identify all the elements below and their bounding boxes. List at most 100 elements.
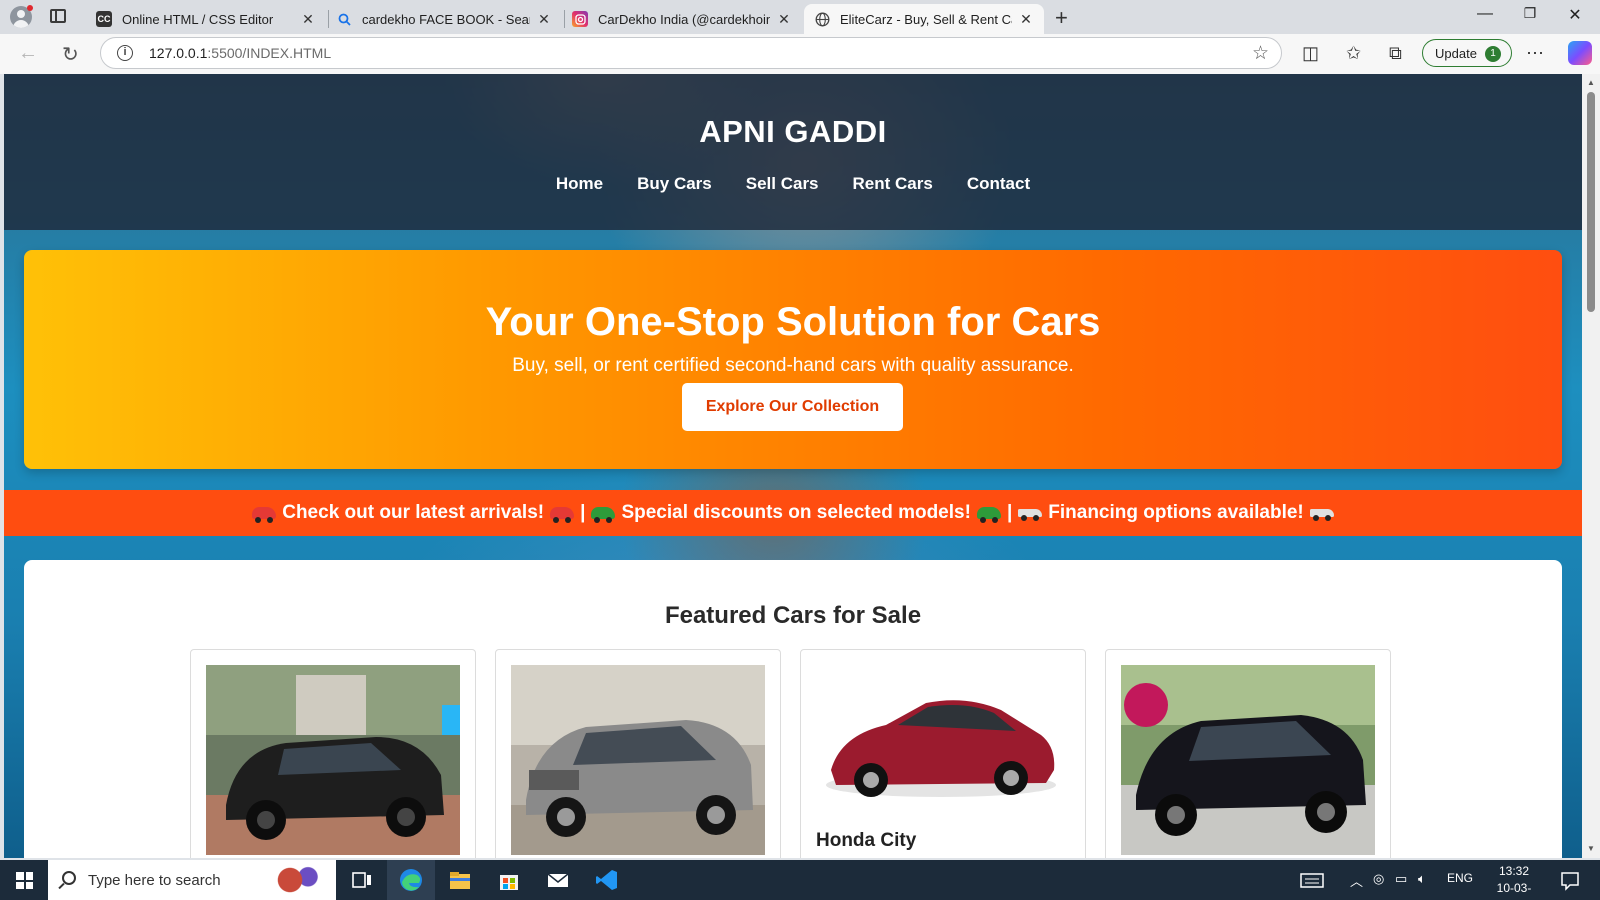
favorite-star-icon[interactable]: ☆ <box>1252 42 1269 65</box>
car-photo-black-suv[interactable] <box>1121 665 1375 855</box>
car-card[interactable] <box>1105 649 1391 858</box>
car-card[interactable] <box>190 649 476 858</box>
windows-start-icon[interactable] <box>16 872 33 889</box>
notification-dot <box>27 5 33 11</box>
racing-car-icon <box>1309 509 1334 521</box>
offers-ticker: Check out our latest arrivals! | Special… <box>4 490 1582 536</box>
close-icon[interactable]: ✕ <box>536 11 552 28</box>
more-menu-icon[interactable]: ⋯ <box>1526 43 1544 64</box>
page-scrollbar[interactable]: ▲ ▼ <box>1582 74 1600 858</box>
tab-search[interactable]: cardekho FACE BOOK - Search ✕ <box>326 4 562 34</box>
site-header: APNI GADDI Home Buy Cars Sell Cars Rent … <box>4 74 1582 230</box>
update-badge-icon: 1 <box>1485 46 1501 62</box>
clock-date: 10-03-2025 <box>1496 881 1532 900</box>
clock-time: 13:32 <box>1498 864 1530 878</box>
close-icon[interactable]: ✕ <box>1018 11 1034 28</box>
update-button[interactable]: Update 1 <box>1422 39 1512 67</box>
car-card[interactable]: Honda City <box>800 649 1086 858</box>
mail-icon[interactable] <box>544 866 572 894</box>
microsoft-store-icon[interactable] <box>495 866 523 894</box>
network-icon[interactable]: ▭ <box>1395 871 1407 887</box>
ticker-separator: | <box>580 502 586 523</box>
site-info-icon[interactable]: i <box>117 45 133 61</box>
edge-browser-icon[interactable] <box>397 866 425 894</box>
keyboard-layout-icon[interactable] <box>1298 866 1326 894</box>
windows-taskbar: Type here to search ︿ ◎ ▭ 🔈︎ ENG 13:32 1… <box>0 860 1600 900</box>
window-close-icon[interactable]: ✕ <box>1555 5 1595 25</box>
hero-banner: Your One-Stop Solution for Cars Buy, sel… <box>24 250 1562 469</box>
tray-chevron-icon[interactable]: ︿ <box>1350 871 1363 890</box>
tab-html-editor[interactable]: CC Online HTML / CSS Editor ✕ <box>86 4 326 34</box>
site-logo-title: APNI GADDI <box>699 114 887 149</box>
scroll-up-icon[interactable]: ▲ <box>1587 78 1595 87</box>
nav-contact-link[interactable]: Contact <box>967 174 1030 194</box>
collections-icon[interactable]: ⧉ <box>1389 43 1402 64</box>
tab-elitecarz[interactable]: EliteCarz - Buy, Sell & Rent Cars ✕ <box>804 4 1044 34</box>
update-label: Update <box>1435 45 1477 61</box>
url-path: :5500/INDEX.HTML <box>207 45 332 61</box>
red-car-icon <box>252 507 277 523</box>
refresh-icon[interactable]: ↻ <box>62 42 79 67</box>
notifications-icon[interactable] <box>1556 866 1584 894</box>
tab-title: Online HTML / CSS Editor <box>122 11 274 27</box>
ticker-item-financing: Financing options available! <box>1048 502 1304 523</box>
car-photo-dark-suv[interactable] <box>206 665 460 855</box>
meet-now-icon[interactable]: ◎ <box>1373 871 1384 887</box>
taskbar-search-box[interactable]: Type here to search <box>48 860 336 900</box>
copilot-icon[interactable] <box>1568 41 1592 65</box>
task-view-icon[interactable] <box>348 866 376 894</box>
tab-strip: CC Online HTML / CSS Editor ✕ cardekho F… <box>0 0 1600 34</box>
new-tab-icon[interactable]: + <box>1055 5 1068 31</box>
ticker-separator: | <box>1006 502 1013 523</box>
car-photo-red-sedan[interactable] <box>816 665 1070 855</box>
hero-subtitle: Buy, sell, or rent certified second-hand… <box>512 355 1074 376</box>
restore-icon[interactable]: ❐ <box>1510 5 1550 22</box>
split-screen-icon[interactable]: ◫ <box>1302 43 1319 64</box>
ticker-item-arrivals: Check out our latest arrivals! <box>282 502 545 523</box>
explore-collection-button[interactable]: Explore Our Collection <box>682 383 903 431</box>
nav-rent-cars-link[interactable]: Rent Cars <box>853 174 933 194</box>
scrollbar-thumb[interactable] <box>1587 92 1595 312</box>
red-car-icon <box>550 507 575 523</box>
address-bar[interactable]: i 127.0.0.1:5500/INDEX.HTML ☆ <box>100 37 1282 69</box>
nav-buy-cars-link[interactable]: Buy Cars <box>637 174 712 194</box>
tab-title: cardekho FACE BOOK - Search <box>362 11 530 27</box>
tab-title: EliteCarz - Buy, Sell & Rent Cars <box>840 11 1012 27</box>
search-highlight-image <box>266 864 326 896</box>
scroll-down-icon[interactable]: ▼ <box>1587 844 1595 853</box>
featured-cars-section: Featured Cars for Sale Honda City <box>24 560 1562 858</box>
browser-toolbar: ← ↻ i 127.0.0.1:5500/INDEX.HTML ☆ ◫ ✩ ⧉ … <box>0 34 1600 74</box>
favorites-icon[interactable]: ✩ <box>1346 43 1361 64</box>
car-card[interactable] <box>495 649 781 858</box>
back-icon[interactable]: ← <box>18 42 38 65</box>
tab-instagram[interactable]: CarDekho India (@cardekhoindia) ✕ <box>562 4 802 34</box>
vscode-icon[interactable] <box>593 866 621 894</box>
language-indicator[interactable]: ENG <box>1447 871 1473 885</box>
search-icon <box>336 11 352 27</box>
ticker-item-discounts: Special discounts on selected models! <box>621 502 971 523</box>
tab-actions-icon[interactable] <box>50 9 66 23</box>
minimize-icon[interactable]: — <box>1465 5 1505 23</box>
nav-sell-cars-link[interactable]: Sell Cars <box>746 174 819 194</box>
hero-title: Your One-Stop Solution for Cars <box>485 300 1101 344</box>
close-icon[interactable]: ✕ <box>776 11 792 28</box>
volume-icon[interactable]: 🔈︎ <box>1418 871 1426 887</box>
url-host: 127.0.0.1 <box>149 45 208 61</box>
url-text[interactable]: 127.0.0.1:5500/INDEX.HTML <box>149 45 331 61</box>
globe-icon <box>814 11 830 27</box>
main-nav: Home Buy Cars Sell Cars Rent Cars Contac… <box>4 174 1582 194</box>
racing-car-icon <box>1018 509 1043 521</box>
instagram-icon <box>572 11 588 27</box>
taskbar-search-placeholder: Type here to search <box>88 871 221 889</box>
file-explorer-icon[interactable] <box>446 866 474 894</box>
car-photo-silver-suv[interactable] <box>511 665 765 855</box>
featured-title: Featured Cars for Sale <box>664 602 922 629</box>
page-viewport: APNI GADDI Home Buy Cars Sell Cars Rent … <box>4 74 1582 858</box>
green-car-icon <box>976 507 1001 523</box>
cc-icon: CC <box>96 11 112 27</box>
search-icon <box>62 871 76 885</box>
taskbar-clock[interactable]: 13:32 10-03-2025 <box>1484 863 1544 900</box>
close-icon[interactable]: ✕ <box>300 11 316 28</box>
car-name: Honda City <box>816 830 917 851</box>
nav-home-link[interactable]: Home <box>556 174 603 194</box>
